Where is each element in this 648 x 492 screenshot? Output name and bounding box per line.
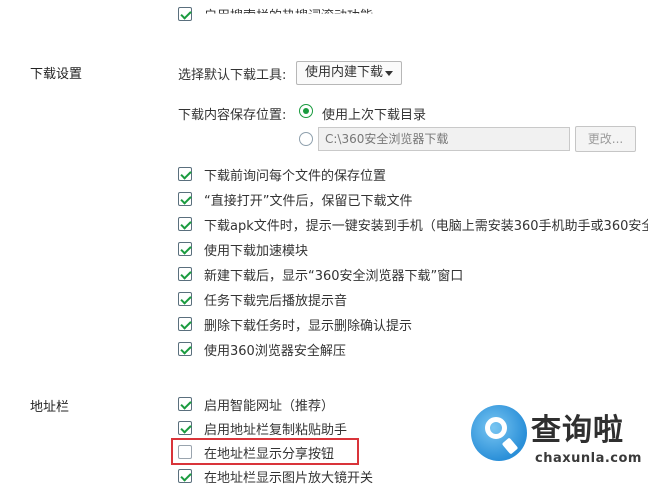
opt-delete-confirm-checkbox[interactable] (178, 317, 192, 331)
opt-keep-opened-file-label: “直接打开”文件后，保留已下载文件 (204, 194, 413, 209)
opt-safe-unzip-label: 使用360浏览器安全解压 (204, 344, 346, 359)
addr-image-magnifier-label: 在地址栏显示图片放大镜开关 (204, 471, 374, 486)
opt-safe-unzip-checkbox[interactable] (178, 342, 192, 356)
search-hotword-scroll-label: 启用搜索栏的热搜词滚动功能 (204, 9, 374, 24)
chevron-down-icon (385, 71, 393, 76)
radio-last-dir[interactable] (299, 104, 313, 118)
address-bar-section-label: 地址栏 (30, 400, 70, 415)
addr-copy-paste-helper-checkbox[interactable] (178, 421, 192, 435)
opt-apk-install-label: 下载apk文件时，提示一键安装到手机（电脑上需安装360手机助手或360安全卫士… (204, 219, 648, 234)
radio-last-dir-label: 使用上次下载目录 (322, 108, 427, 123)
watermark-url: chaxunla.com (535, 451, 642, 466)
save-location-label: 下载内容保存位置: (178, 108, 287, 123)
download-tool-select[interactable]: 使用内建下载 (296, 61, 402, 85)
addr-smart-url-checkbox[interactable] (178, 397, 192, 411)
opt-ask-save-location-label: 下载前询问每个文件的保存位置 (204, 169, 387, 184)
download-tool-selected: 使用内建下载 (305, 65, 384, 80)
opt-ask-save-location-checkbox[interactable] (178, 167, 192, 181)
watermark-title: 查询啦 (531, 413, 624, 448)
addr-smart-url-label: 启用智能网址（推荐） (204, 399, 335, 414)
download-tool-label: 选择默认下载工具: (178, 68, 287, 83)
opt-show-download-window-checkbox[interactable] (178, 267, 192, 281)
opt-delete-confirm-label: 删除下载任务时，显示删除确认提示 (204, 319, 413, 334)
search-icon (471, 405, 527, 461)
change-path-button[interactable]: 更改... (575, 126, 636, 152)
opt-apk-install-checkbox[interactable] (178, 217, 192, 231)
opt-play-sound-label: 任务下载完后播放提示音 (204, 294, 348, 309)
radio-custom-dir[interactable] (299, 132, 313, 146)
opt-download-accelerate-checkbox[interactable] (178, 242, 192, 256)
watermark-logo: 查询啦 chaxunla.com (471, 405, 641, 475)
addr-copy-paste-helper-label: 启用地址栏复制粘贴助手 (204, 423, 348, 438)
download-section-label: 下载设置 (30, 67, 83, 82)
search-hotword-scroll-checkbox[interactable] (178, 7, 192, 21)
opt-download-accelerate-label: 使用下载加速模块 (204, 244, 309, 259)
opt-show-download-window-label: 新建下载后，显示“360安全浏览器下载”窗口 (204, 269, 464, 284)
highlight-box (171, 438, 359, 465)
opt-keep-opened-file-checkbox[interactable] (178, 192, 192, 206)
download-path-input[interactable]: C:\360安全浏览器下载 (318, 127, 570, 151)
addr-image-magnifier-checkbox[interactable] (178, 469, 192, 483)
opt-play-sound-checkbox[interactable] (178, 292, 192, 306)
